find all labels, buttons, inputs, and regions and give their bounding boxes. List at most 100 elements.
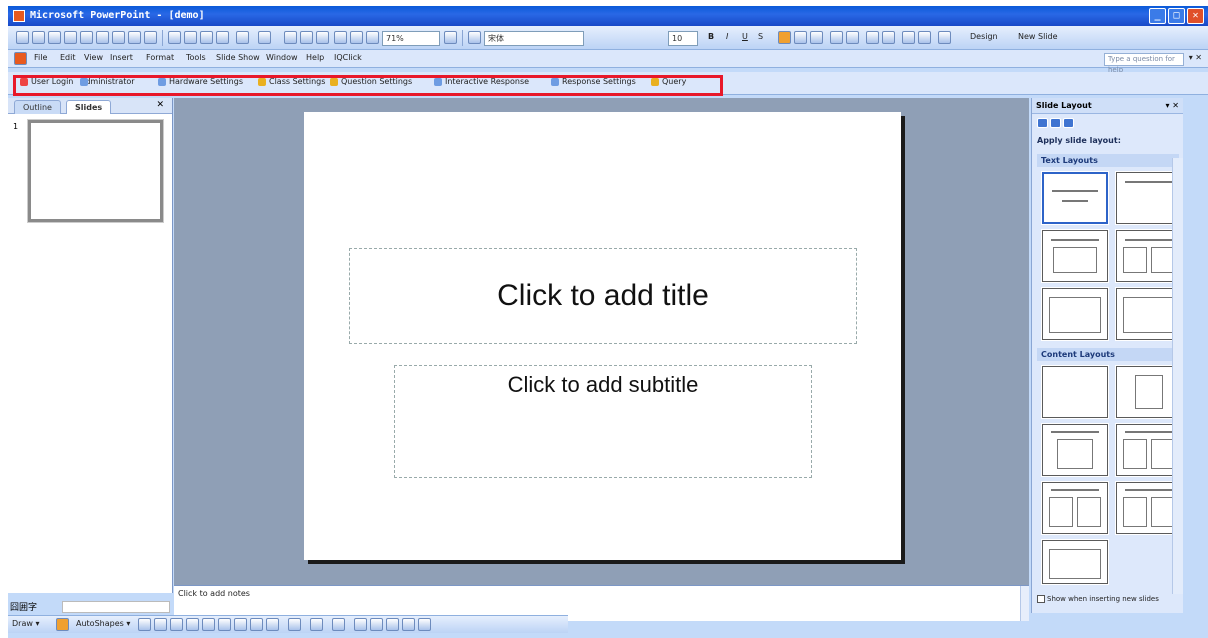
format-painter-icon[interactable] <box>216 31 229 44</box>
arrow-style-icon[interactable] <box>386 618 399 631</box>
open-icon[interactable] <box>32 31 45 44</box>
undo-icon[interactable] <box>236 31 249 44</box>
zoom-select[interactable]: 71% <box>382 31 440 46</box>
help-icon[interactable] <box>444 31 457 44</box>
show-formatting-icon[interactable] <box>350 31 363 44</box>
fill-color-icon[interactable] <box>288 618 301 631</box>
shadow-button[interactable]: S <box>758 32 763 41</box>
textbox-icon[interactable] <box>202 618 215 631</box>
rectangle-icon[interactable] <box>170 618 183 631</box>
align-center-icon[interactable] <box>794 31 807 44</box>
bold-button[interactable]: B <box>708 32 714 41</box>
dash-style-icon[interactable] <box>370 618 383 631</box>
bullets-icon[interactable] <box>846 31 859 44</box>
line-color-icon[interactable] <box>310 618 323 631</box>
redo-icon[interactable] <box>258 31 271 44</box>
wordart-icon[interactable] <box>218 618 231 631</box>
grid-icon[interactable] <box>366 31 379 44</box>
layout-title-content[interactable] <box>1041 423 1109 477</box>
notes-placeholder[interactable]: Click to add notes <box>178 589 250 598</box>
autoshapes-button[interactable]: AutoShapes ▾ <box>76 619 130 628</box>
menu-slide-show[interactable]: Slide Show <box>216 53 260 62</box>
permission-icon[interactable] <box>64 31 77 44</box>
menu-help[interactable]: Help <box>306 53 324 62</box>
numbering-icon[interactable] <box>830 31 843 44</box>
layout-vertical-text[interactable] <box>1041 287 1109 341</box>
select-objects-icon[interactable] <box>56 618 69 631</box>
task-pane-scrollbar[interactable] <box>1172 158 1183 594</box>
notes-scrollbar[interactable] <box>1020 586 1029 621</box>
menu-format[interactable]: Format <box>146 53 174 62</box>
home-icon[interactable] <box>1063 118 1074 128</box>
arrow-icon[interactable] <box>154 618 167 631</box>
font-color-icon[interactable] <box>938 31 951 44</box>
draw-menu-button[interactable]: Draw ▾ <box>12 619 39 628</box>
document-icon[interactable] <box>14 52 27 65</box>
menu-view[interactable]: View <box>84 53 103 62</box>
align-left-icon[interactable] <box>778 31 791 44</box>
expand-all-icon[interactable] <box>334 31 347 44</box>
menu-file[interactable]: File <box>34 53 47 62</box>
back-icon[interactable] <box>1037 118 1048 128</box>
new-icon[interactable] <box>16 31 29 44</box>
print-preview-icon[interactable] <box>112 31 125 44</box>
email-icon[interactable] <box>80 31 93 44</box>
new-slide-button[interactable]: New Slide <box>1018 32 1058 41</box>
minimize-button[interactable]: _ <box>1149 8 1166 24</box>
paste-icon[interactable] <box>200 31 213 44</box>
picture-icon[interactable] <box>266 618 279 631</box>
menu-edit[interactable]: Edit <box>60 53 76 62</box>
ime-toolbar[interactable]: 囧囲字 <box>10 600 37 613</box>
show-when-inserting-checkbox[interactable]: Show when inserting new slides <box>1037 595 1159 603</box>
line-icon[interactable] <box>138 618 151 631</box>
italic-button[interactable]: I <box>726 32 728 41</box>
font-size-select[interactable]: 10 <box>668 31 698 46</box>
save-icon[interactable] <box>48 31 61 44</box>
increase-font-icon[interactable] <box>866 31 879 44</box>
toolbar-options-icon[interactable] <box>468 31 481 44</box>
layout-content-extra[interactable] <box>1041 539 1109 585</box>
clip-art-icon[interactable] <box>250 618 263 631</box>
slide-canvas[interactable]: Click to add title Click to add subtitle <box>304 112 901 560</box>
menu-tools[interactable]: Tools <box>186 53 206 62</box>
menu-insert[interactable]: Insert <box>110 53 133 62</box>
copy-icon[interactable] <box>184 31 197 44</box>
forward-icon[interactable] <box>1050 118 1061 128</box>
spelling-icon[interactable] <box>128 31 141 44</box>
layout-blank[interactable] <box>1041 365 1109 419</box>
increase-indent-icon[interactable] <box>918 31 931 44</box>
powerpoint-app-icon[interactable] <box>13 10 25 22</box>
shadow-style-icon[interactable] <box>402 618 415 631</box>
insert-table-icon[interactable] <box>300 31 313 44</box>
layout-title-content-over[interactable] <box>1041 481 1109 535</box>
diagram-icon[interactable] <box>234 618 247 631</box>
font-name-select[interactable]: 宋体 <box>484 31 584 46</box>
decrease-font-icon[interactable] <box>882 31 895 44</box>
line-style-icon[interactable] <box>354 618 367 631</box>
font-color-drawing-icon[interactable] <box>332 618 345 631</box>
maximize-button[interactable]: □ <box>1168 8 1185 24</box>
decrease-indent-icon[interactable] <box>902 31 915 44</box>
slide-thumbnail[interactable] <box>27 119 164 223</box>
help-question-input[interactable]: Type a question for help <box>1104 53 1184 74</box>
underline-button[interactable]: U <box>742 32 748 41</box>
3d-style-icon[interactable] <box>418 618 431 631</box>
tab-outline[interactable]: Outline <box>14 100 61 114</box>
close-document-icon[interactable]: ▾ ✕ <box>1189 53 1202 62</box>
title-placeholder[interactable]: Click to add title <box>349 248 857 344</box>
close-pane-icon[interactable]: ✕ <box>156 100 164 110</box>
ime-input[interactable] <box>62 601 170 613</box>
layout-title-text[interactable] <box>1041 229 1109 283</box>
menu-iqclick[interactable]: IQClick <box>334 53 362 62</box>
research-icon[interactable] <box>144 31 157 44</box>
oval-icon[interactable] <box>186 618 199 631</box>
print-icon[interactable] <box>96 31 109 44</box>
cut-icon[interactable] <box>168 31 181 44</box>
tables-borders-icon[interactable] <box>316 31 329 44</box>
close-button[interactable]: ✕ <box>1187 8 1204 24</box>
layout-title-slide[interactable] <box>1041 171 1109 225</box>
insert-chart-icon[interactable] <box>284 31 297 44</box>
task-pane-close-icon[interactable]: ▾ ✕ <box>1165 98 1179 114</box>
menu-window[interactable]: Window <box>266 53 298 62</box>
tab-slides[interactable]: Slides <box>66 100 112 114</box>
